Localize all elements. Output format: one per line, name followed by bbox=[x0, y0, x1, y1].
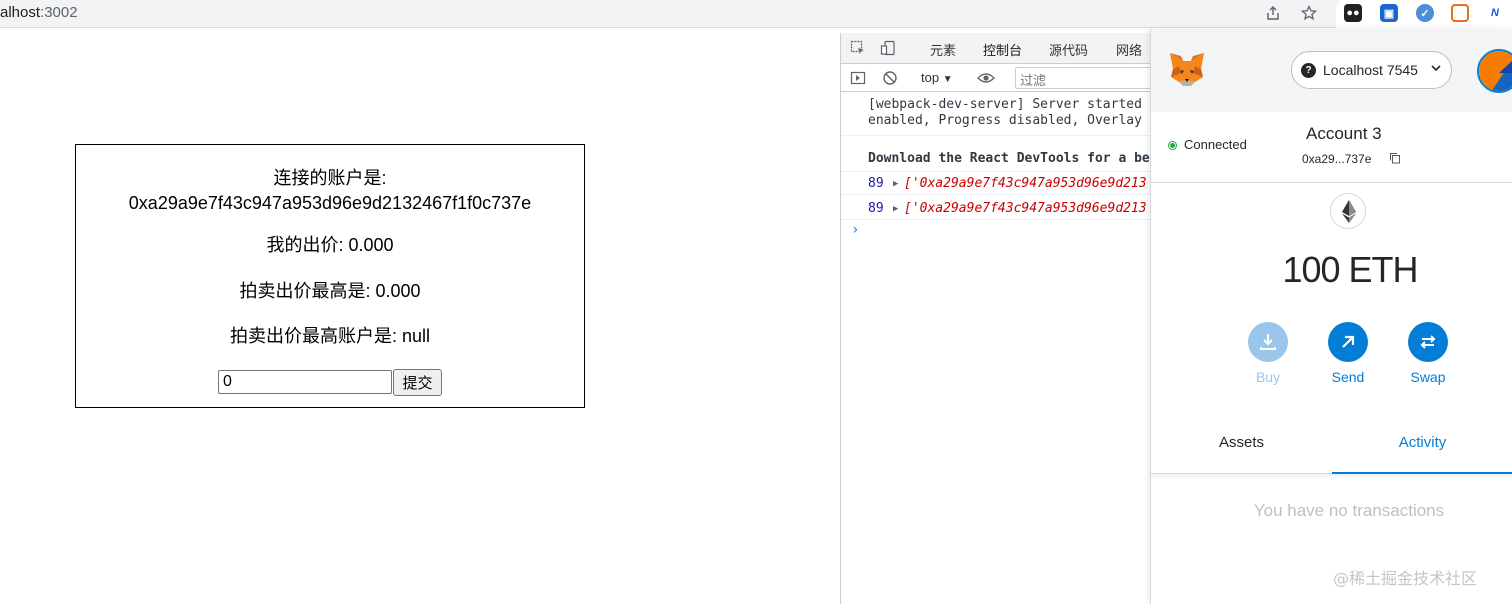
clear-console-icon[interactable] bbox=[881, 69, 899, 87]
console-message: [webpack-dev-server] Server started bbox=[868, 97, 1142, 112]
account-name: Account 3 bbox=[1306, 124, 1382, 143]
bid-form: 提交 bbox=[218, 369, 442, 397]
copy-icon[interactable] bbox=[1389, 152, 1401, 167]
sidebar-toggle-icon[interactable] bbox=[849, 69, 867, 87]
url-host: alhost bbox=[0, 4, 41, 21]
extension-icon-3[interactable]: ✓ bbox=[1416, 4, 1434, 22]
bid-amount-input[interactable] bbox=[218, 370, 392, 394]
bookmark-star-icon[interactable] bbox=[1298, 2, 1320, 24]
connected-status-dot bbox=[1169, 142, 1176, 149]
wallet-tabs: Assets Activity bbox=[1151, 424, 1512, 474]
network-name: Localhost 7545 bbox=[1323, 62, 1418, 78]
divider bbox=[841, 194, 1153, 195]
submit-button[interactable]: 提交 bbox=[393, 369, 442, 396]
buy-button[interactable]: Buy bbox=[1238, 322, 1298, 385]
url-port: :3002 bbox=[40, 4, 78, 21]
log-array-value: ['0xa29a9e7f43c947a953d96e9d213 bbox=[904, 201, 1147, 216]
console-message: enabled, Progress disabled, Overlay bbox=[868, 113, 1142, 128]
auction-card: 连接的账户是: 0xa29a9e7f43c947a953d96e9d213246… bbox=[75, 144, 585, 408]
tab-network[interactable]: 网络 bbox=[1116, 40, 1142, 59]
metamask-header: ? Localhost 7545 bbox=[1151, 29, 1512, 112]
console-filter-input[interactable]: 过滤 bbox=[1015, 67, 1155, 89]
log-repeat-count: 89 bbox=[868, 201, 884, 216]
extension-icon-2[interactable]: ▣ bbox=[1380, 4, 1398, 22]
swap-label: Swap bbox=[1410, 369, 1446, 385]
address-bar[interactable]: alhost:3002 bbox=[0, 4, 78, 21]
swap-icon bbox=[1408, 322, 1448, 362]
tab-console[interactable]: 控制台 bbox=[983, 40, 1023, 66]
tab-activity[interactable]: Activity bbox=[1332, 424, 1512, 474]
tab-sources[interactable]: 源代码 bbox=[1049, 40, 1088, 59]
react-devtools-notice: Download the React DevTools for a be bbox=[868, 151, 1150, 166]
eth-balance: 100 ETH bbox=[1282, 249, 1418, 290]
ethereum-icon bbox=[1330, 193, 1366, 229]
log-array-value: ['0xa29a9e7f43c947a953d96e9d213 bbox=[904, 176, 1147, 191]
console-prompt-icon[interactable]: › bbox=[851, 222, 859, 238]
divider bbox=[841, 171, 1153, 172]
buy-label: Buy bbox=[1255, 369, 1281, 385]
divider bbox=[1151, 474, 1512, 480]
dropdown-arrow-icon: ▼ bbox=[942, 74, 953, 85]
extension-icon-1[interactable]: ●● bbox=[1344, 4, 1362, 22]
tab-assets[interactable]: Assets bbox=[1151, 424, 1332, 474]
account-avatar[interactable] bbox=[1477, 49, 1512, 93]
console-toolbar: top ▼ 过滤 bbox=[841, 64, 1155, 92]
connection-status[interactable]: Connected bbox=[1184, 137, 1247, 152]
highest-bidder-text: 拍卖出价最高账户是: null bbox=[229, 326, 431, 346]
devtools-panel: 元素 控制台 源代码 网络 top ▼ 过滤 [webpack-dev-serv… bbox=[840, 33, 1155, 604]
download-icon bbox=[1248, 322, 1288, 362]
arrow-up-right-icon bbox=[1328, 322, 1368, 362]
device-toolbar-icon[interactable] bbox=[879, 39, 897, 57]
swap-button[interactable]: Swap bbox=[1398, 322, 1458, 385]
browser-toolbar: alhost:3002 ●● ▣ ✓ N bbox=[0, 0, 1512, 28]
live-expression-eye-icon[interactable] bbox=[977, 69, 995, 87]
expand-triangle-icon[interactable]: ▶ bbox=[893, 179, 898, 189]
log-repeat-count: 89 bbox=[868, 176, 884, 191]
send-label: Send bbox=[1331, 369, 1365, 385]
context-selector[interactable]: top ▼ bbox=[921, 70, 953, 85]
connected-account-label: 连接的账户是: bbox=[273, 168, 387, 188]
account-address[interactable]: 0xa29...737e bbox=[1302, 152, 1371, 166]
share-icon[interactable] bbox=[1262, 2, 1284, 24]
my-bid-text: 我的出价: 0.000 bbox=[266, 235, 394, 255]
chevron-down-icon bbox=[1430, 61, 1442, 77]
extension-icon-4[interactable] bbox=[1451, 4, 1469, 22]
watermark: @稀土掘金技术社区 bbox=[1333, 569, 1478, 588]
metamask-popup: ? Localhost 7545 Connected Account 3 0xa… bbox=[1150, 29, 1512, 604]
context-label: top bbox=[921, 70, 940, 85]
divider bbox=[841, 135, 1153, 136]
expand-triangle-icon[interactable]: ▶ bbox=[893, 204, 898, 214]
divider bbox=[841, 219, 1153, 220]
send-button[interactable]: Send bbox=[1318, 322, 1378, 385]
highest-bid-text: 拍卖出价最高是: 0.000 bbox=[239, 281, 421, 301]
account-bar: Connected Account 3 0xa29...737e bbox=[1151, 112, 1512, 183]
connected-account-address: 0xa29a9e7f43c947a953d96e9d2132467f1f0c73… bbox=[128, 193, 532, 213]
metamask-fox-logo[interactable] bbox=[1167, 49, 1207, 89]
tab-elements[interactable]: 元素 bbox=[930, 40, 956, 59]
extension-icon-5[interactable]: N bbox=[1486, 4, 1504, 22]
no-transactions-message: You have no transactions bbox=[1253, 501, 1445, 520]
network-help-icon: ? bbox=[1301, 63, 1316, 78]
inspect-element-icon[interactable] bbox=[849, 39, 867, 57]
devtools-tabs: 元素 控制台 源代码 网络 bbox=[841, 33, 1153, 66]
web-page: 连接的账户是: 0xa29a9e7f43c947a953d96e9d213246… bbox=[0, 29, 840, 604]
network-selector[interactable]: ? Localhost 7545 bbox=[1291, 51, 1452, 89]
